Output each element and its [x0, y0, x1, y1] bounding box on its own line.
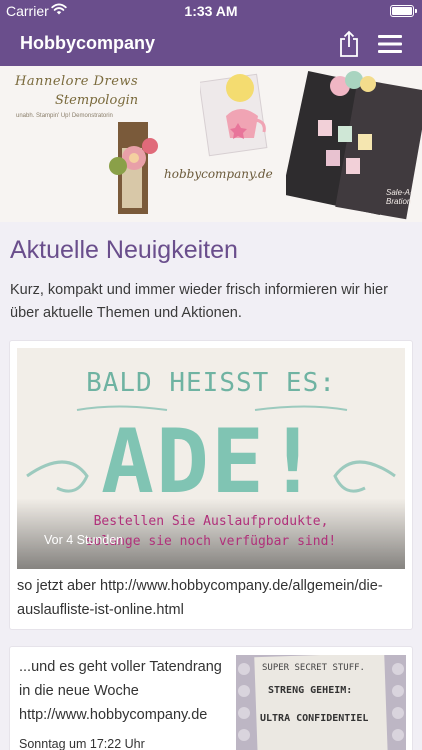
- gift-card-illustration: [200, 73, 268, 157]
- navigation-bar: Hobbycompany: [0, 22, 422, 66]
- app-title: Hobbycompany: [20, 33, 156, 53]
- hero-website: hobbycompany.de: [164, 167, 273, 181]
- post-text[interactable]: ...und es geht voller Tatendrang in die …: [19, 655, 231, 727]
- share-icon[interactable]: [336, 30, 362, 58]
- post-image-text: SUPER SECRET STUFF.: [262, 663, 365, 673]
- flower-card-illustration: [109, 122, 158, 214]
- section-intro: Kurz, kompakt und immer wieder frisch in…: [10, 282, 388, 321]
- post-image[interactable]: BALD HEISST ES: ADE! Bestellen Sie Ausla…: [17, 348, 405, 569]
- news-post-card[interactable]: ...und es geht voller Tatendrang in die …: [10, 647, 412, 750]
- post-image-text: ULTRA CONFIDENTIEL: [260, 713, 369, 724]
- hamburger-menu-icon[interactable]: [376, 32, 404, 56]
- catalog-cover-text: Sale-A-Bration: [386, 188, 413, 206]
- post-timestamp: Vor 4 Stunden: [44, 533, 124, 547]
- news-post-card[interactable]: BALD HEISST ES: ADE! Bestellen Sie Ausla…: [10, 341, 412, 629]
- hero-banner[interactable]: Hannelore Drews Stempologin unabh. Stamp…: [0, 66, 422, 222]
- battery-icon: [390, 5, 417, 17]
- clock-time: 1:33 AM: [184, 3, 238, 19]
- signature-subtitle: unabh. Stampin' Up! Demonstratorin: [16, 113, 113, 119]
- status-bar: Carrier 1:33 AM: [0, 0, 422, 22]
- post-image[interactable]: SUPER SECRET STUFF. STRENG GEHEIM: ULTRA…: [236, 655, 406, 750]
- post-image-subtext: Bestellen Sie Auslaufprodukte,: [93, 514, 329, 529]
- signature-title: Stempologin: [55, 93, 139, 108]
- section-title: Aktuelle Neuigkeiten: [10, 236, 238, 264]
- post-text[interactable]: so jetzt aber http://www.hobbycompany.de…: [17, 574, 405, 622]
- post-image-main-text: ADE!: [101, 410, 321, 513]
- signature-name: Hannelore Drews: [15, 74, 139, 89]
- post-image-text: STRENG GEHEIM:: [268, 685, 353, 696]
- post-timestamp: Sonntag um 17:22 Uhr: [19, 737, 145, 750]
- post-image-headline: BALD HEISST ES:: [86, 368, 336, 398]
